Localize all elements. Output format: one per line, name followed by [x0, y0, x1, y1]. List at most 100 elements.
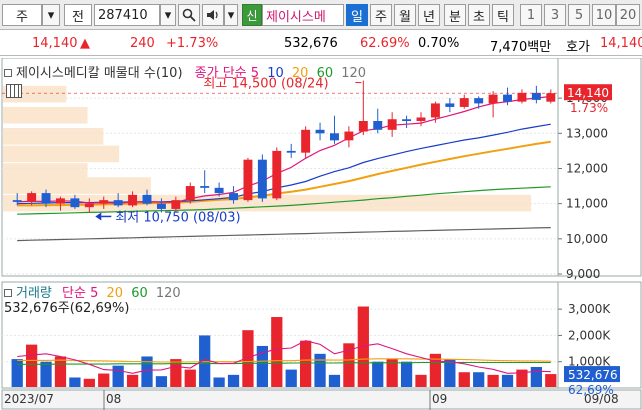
chevron-down-icon: ▾ — [227, 7, 235, 23]
low-price-label: 최저 10,750 (08/03) — [115, 210, 240, 225]
period-button-6[interactable]: 틱 — [492, 4, 514, 26]
turnover-rate: 0.70% — [418, 36, 460, 51]
candle-body — [214, 187, 224, 194]
vol-ma60-legend: 60 — [131, 286, 148, 301]
volume-bar — [314, 353, 326, 387]
price-tick-label: 11,000 — [566, 197, 608, 211]
search-icon — [182, 8, 196, 22]
price-tick-label: 10,000 — [566, 232, 608, 246]
candle-body — [142, 194, 152, 204]
volume-bar — [285, 369, 297, 387]
candle-body — [445, 103, 455, 107]
period-button-2[interactable]: 월 — [394, 4, 416, 26]
candle-body — [70, 198, 80, 208]
search-button[interactable] — [178, 4, 200, 26]
stock-code-value: 287410 — [98, 7, 148, 23]
volume-bar — [501, 374, 514, 387]
candle-body — [430, 103, 440, 118]
volume-bar — [83, 378, 95, 387]
price-tick-label: 13,000 — [566, 126, 608, 140]
vol-ma120-legend: 120 — [155, 286, 181, 301]
candle-body — [344, 131, 354, 141]
candle-body — [56, 198, 65, 204]
candle-body — [171, 200, 181, 209]
volume-bar — [545, 374, 557, 387]
volume-bar — [126, 374, 139, 387]
price-tick-label: 12,000 — [566, 161, 608, 175]
signal-label: 신 — [246, 8, 258, 23]
period-button-1[interactable]: 주 — [370, 4, 392, 26]
sound-button[interactable] — [202, 4, 224, 26]
code-dropdown-button[interactable]: ▾ — [160, 4, 176, 26]
volume-profile-bar — [3, 177, 151, 194]
chevron-down-icon: ▾ — [164, 7, 172, 23]
speaker-icon — [207, 10, 218, 20]
volume-bar — [54, 356, 67, 387]
last-price-pct: 1.73% — [570, 101, 608, 115]
stock-name-value: 제이시스메 — [266, 9, 326, 25]
volume-profile-bar — [3, 106, 88, 124]
toolbar: 주 ▾ 전 287410 ▾ ▾ 신 제이시스메 일주월년분초틱 1 3 5 10 20 — [0, 0, 642, 30]
volume-bar — [227, 374, 240, 387]
market-selector[interactable]: 주 — [2, 4, 42, 26]
candle-body — [416, 117, 426, 121]
ma5-legend: 5 — [250, 66, 260, 81]
volume-ratio: 62.69% — [360, 36, 410, 51]
price-chart-svg[interactable]: 14,00013,00012,00011,00010,0009,000최고 14… — [0, 58, 642, 410]
volume-bar — [328, 374, 341, 387]
stock-code-input[interactable]: 287410 — [94, 4, 160, 26]
volume-bar — [415, 374, 427, 387]
candle-body — [243, 159, 253, 201]
bid-label: 호가 — [566, 40, 590, 55]
grid-toggle-icon[interactable] — [6, 84, 22, 98]
price-panel-title: 제이시스메디칼 매물대 수(10) — [16, 66, 183, 81]
period-button-5[interactable]: 초 — [468, 4, 490, 26]
up-arrow-icon: ▲ — [80, 36, 90, 51]
volume-bar — [69, 377, 81, 387]
volume-bar — [155, 376, 168, 387]
period-button-4[interactable]: 분 — [444, 4, 466, 26]
volume-bar — [400, 361, 413, 387]
candle-body — [373, 121, 383, 130]
interval-button-2[interactable]: 5 — [568, 4, 590, 26]
interval-button-4[interactable]: 20 — [616, 4, 640, 26]
interval-button-1[interactable]: 3 — [544, 4, 566, 26]
volume-tick-label: 3,000K — [568, 302, 611, 316]
candle-body — [113, 200, 123, 206]
interval-button-0[interactable]: 1 — [520, 4, 542, 26]
candle-body — [84, 203, 94, 208]
chart-menu-icon[interactable] — [4, 69, 12, 77]
bid-price: 14,140 — [600, 36, 642, 51]
signal-button[interactable]: 신 — [242, 4, 262, 26]
last-price-value: 14,140 — [567, 86, 609, 100]
candle-body — [99, 200, 109, 204]
price-change-pct: +1.73% — [166, 36, 219, 51]
volume-profile-bar — [3, 145, 120, 163]
candle-body — [200, 186, 210, 188]
chart-menu-icon[interactable] — [4, 289, 12, 297]
period-button-0[interactable]: 일 — [346, 4, 368, 26]
stock-name-field[interactable]: 제이시스메 — [262, 4, 344, 26]
time-axis-label: 08 — [106, 392, 121, 406]
market-dropdown-button[interactable]: ▾ — [42, 4, 60, 26]
trade-volume: 532,676 — [284, 36, 338, 51]
candle-body — [156, 203, 166, 209]
sound-dropdown-button[interactable]: ▾ — [224, 4, 238, 26]
time-axis-label: 09/08 — [584, 392, 619, 406]
volume-bar — [473, 372, 485, 387]
compare-selector[interactable]: 전 — [64, 4, 92, 26]
period-button-3[interactable]: 년 — [418, 4, 440, 26]
ma20-legend: 20 — [291, 66, 309, 81]
volume-bar — [213, 377, 225, 387]
interval-button-3[interactable]: 10 — [592, 4, 616, 26]
current-price: 14,140 — [32, 36, 78, 51]
last-volume-value: 532,676 — [568, 368, 618, 382]
candle-body — [12, 200, 22, 202]
volume-bar — [40, 361, 52, 387]
chart-area[interactable]: 14,00013,00012,00011,00010,0009,000최고 14… — [0, 58, 642, 410]
candle-body — [315, 129, 325, 134]
candle-body — [387, 119, 397, 130]
ma120-legend: 120 — [341, 66, 367, 81]
candle-body — [257, 159, 267, 199]
candle-body — [488, 94, 498, 104]
